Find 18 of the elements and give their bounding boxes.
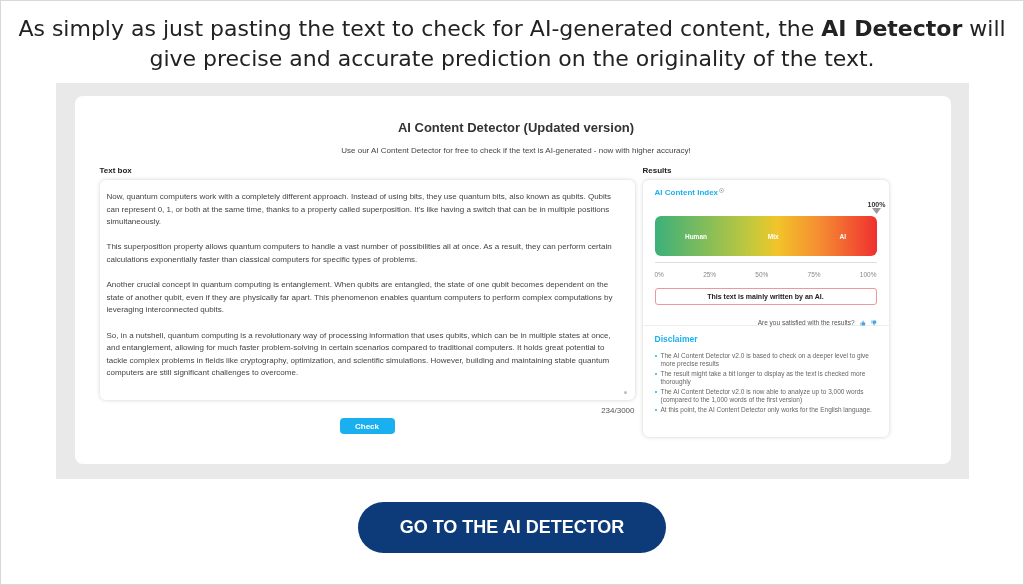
disclaimer-title: Disclaimer [654,334,699,344]
text-paragraph: This superposition property allows quantum computers to handle a vast number of possibilities all at once. As a result, they can perform certain calculations exponentially faster than classical computers for specific types of problems. [106,241,613,266]
text-paragraph: Another crucial concept in quantum computing is entanglement. When qubits are entangled, the state of one qubit becomes dependent on the state of another qubit, even if they are physically far apart. This phenomenon enables quantum computers to perform complex computations by leveraging interconnected qubits. [106,279,614,317]
results-label: Results [642,166,673,175]
go-to-detector-button[interactable]: GO TO THE AI DETECTOR [358,502,666,553]
thumbs-down-icon[interactable] [870,319,877,326]
detector-subtitle: Use our AI Content Detector for free to check if the text is AI-generated - now with higher accuracy! [341,146,691,155]
index-title: AI Content Index [654,188,719,197]
text-paragraph: Now, quantum computers work with a completely different approach. Instead of using bits, they use quantum bits, also known as qubits. Qubits can represent 0, 1, or both at the same time, thanks to a property called superposition. It's like having a switch that can be in multiple positions simultaneously. [106,191,613,229]
resize-handle-icon[interactable] [623,391,627,394]
thumbs-up-icon[interactable] [859,319,866,326]
text-box-label: Text box [99,166,133,175]
word-counter: 234/3000 [601,406,635,415]
headline: As simply as just pasting the text to check for AI-generated content, the AI Detector will give precise and accurate prediction on the originality of the text. [17,15,1007,73]
detector-title: AI Content Detector (Updated version) [397,120,635,135]
text-paragraph: So, in a nutshell, quantum computing is a revolutionary way of processing information that uses qubits, which can be in multiple states at once, and entanglement, allowing for much faster problem-solving in certain scenarios compared to traditional computers. It holds great potential to tackle complex problems in fields like cryptography, optimization, and scientific simulations. However, building and maintaining stable quantum computers are still significant challenges to overcome. [106,329,612,380]
pointer-triangle-icon [872,208,881,214]
info-icon[interactable] [719,188,725,193]
